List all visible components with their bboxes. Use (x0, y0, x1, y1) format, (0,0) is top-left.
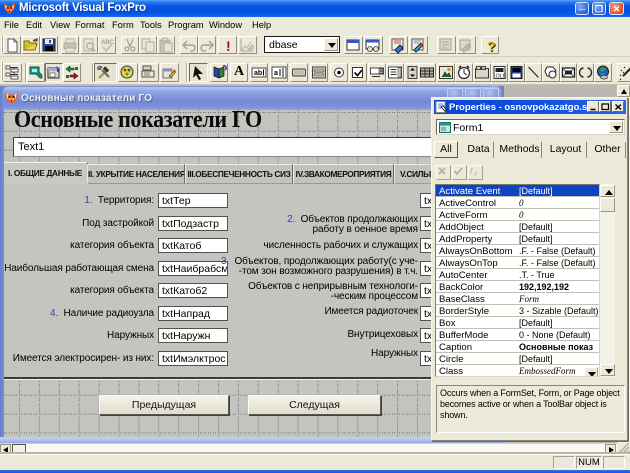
svg-text:ab: ab (254, 70, 262, 77)
svg-text:x: x (473, 172, 478, 178)
svg-text:f: f (470, 167, 473, 176)
svg-text:ABC: ABC (101, 40, 115, 46)
svg-text:a: a (274, 70, 278, 77)
svg-text:OLE: OLE (496, 74, 507, 80)
